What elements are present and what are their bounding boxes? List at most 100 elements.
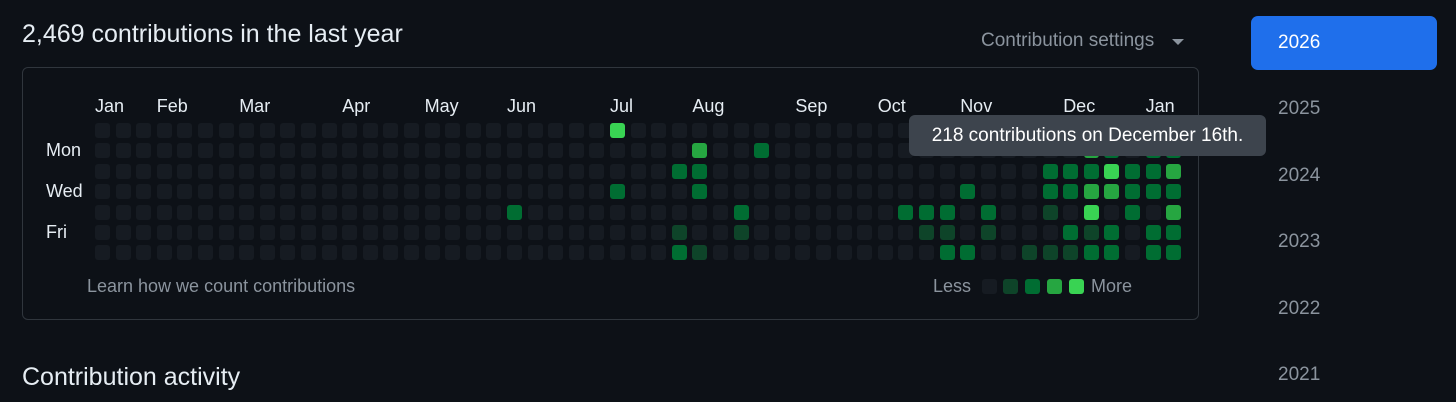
contribution-day-cell[interactable] — [507, 123, 522, 138]
contribution-day-cell[interactable] — [836, 163, 852, 179]
contribution-day-cell[interactable] — [568, 163, 584, 179]
contribution-day-cell[interactable] — [198, 245, 213, 261]
contribution-day-cell[interactable] — [1083, 225, 1099, 240]
contribution-day-cell[interactable] — [960, 245, 976, 261]
contribution-day-cell[interactable] — [816, 245, 831, 261]
contribution-day-cell[interactable] — [692, 204, 708, 220]
contribution-day-cell[interactable] — [939, 184, 955, 200]
contribution-day-cell[interactable] — [177, 163, 193, 179]
contribution-day-cell[interactable] — [610, 143, 625, 159]
contribution-day-cell[interactable] — [280, 163, 296, 179]
contribution-day-cell[interactable] — [1083, 184, 1099, 200]
contribution-day-cell[interactable] — [321, 143, 337, 159]
contribution-day-cell[interactable] — [280, 245, 296, 261]
contribution-day-cell[interactable] — [362, 184, 378, 200]
contribution-day-cell[interactable] — [795, 245, 811, 261]
contribution-day-cell[interactable] — [692, 123, 708, 138]
contribution-day-cell[interactable] — [960, 184, 976, 200]
contribution-day-cell[interactable] — [486, 163, 502, 179]
contribution-day-cell[interactable] — [507, 204, 522, 220]
contribution-day-cell[interactable] — [486, 184, 502, 200]
contribution-day-cell[interactable] — [218, 204, 234, 220]
contribution-day-cell[interactable] — [280, 225, 296, 240]
contribution-day-cell[interactable] — [671, 245, 687, 261]
contribution-day-cell[interactable] — [115, 225, 131, 240]
contribution-day-cell[interactable] — [424, 245, 440, 261]
contribution-day-cell[interactable] — [589, 163, 605, 179]
contribution-day-cell[interactable] — [136, 184, 152, 200]
contribution-day-cell[interactable] — [774, 123, 790, 138]
contribution-day-cell[interactable] — [1063, 225, 1079, 240]
contribution-day-cell[interactable] — [177, 184, 193, 200]
contribution-day-cell[interactable] — [774, 163, 790, 179]
contribution-day-cell[interactable] — [465, 143, 481, 159]
contribution-day-cell[interactable] — [1125, 204, 1140, 220]
contribution-day-cell[interactable] — [589, 184, 605, 200]
contribution-day-cell[interactable] — [795, 163, 811, 179]
contribution-day-cell[interactable] — [774, 245, 790, 261]
contribution-day-cell[interactable] — [321, 163, 337, 179]
contribution-day-cell[interactable] — [980, 163, 996, 179]
contribution-day-cell[interactable] — [589, 204, 605, 220]
learn-how-we-count-link[interactable]: Learn how we count contributions — [87, 276, 355, 297]
contribution-day-cell[interactable] — [404, 245, 419, 261]
contribution-day-cell[interactable] — [836, 225, 852, 240]
contribution-day-cell[interactable] — [713, 123, 728, 138]
contribution-day-cell[interactable] — [383, 225, 399, 240]
contribution-day-cell[interactable] — [980, 204, 996, 220]
contribution-day-cell[interactable] — [651, 123, 667, 138]
contribution-day-cell[interactable] — [568, 225, 584, 240]
contribution-day-cell[interactable] — [445, 245, 461, 261]
contribution-day-cell[interactable] — [404, 204, 419, 220]
contribution-day-cell[interactable] — [239, 204, 255, 220]
contribution-day-cell[interactable] — [939, 225, 955, 240]
contribution-day-cell[interactable] — [445, 184, 461, 200]
contribution-day-cell[interactable] — [115, 184, 131, 200]
contribution-day-cell[interactable] — [527, 163, 543, 179]
contribution-day-cell[interactable] — [136, 245, 152, 261]
contribution-day-cell[interactable] — [898, 163, 914, 179]
contribution-day-cell[interactable] — [259, 143, 275, 159]
contribution-day-cell[interactable] — [218, 163, 234, 179]
contribution-day-cell[interactable] — [1022, 225, 1037, 240]
contribution-day-cell[interactable] — [980, 245, 996, 261]
contribution-day-cell[interactable] — [342, 163, 358, 179]
contribution-day-cell[interactable] — [836, 204, 852, 220]
contribution-day-cell[interactable] — [136, 123, 152, 138]
contribution-day-cell[interactable] — [218, 245, 234, 261]
contribution-day-cell[interactable] — [630, 204, 646, 220]
year-2025[interactable]: 2025 — [1251, 82, 1437, 136]
contribution-day-cell[interactable] — [610, 163, 625, 179]
contribution-day-cell[interactable] — [1104, 184, 1120, 200]
contribution-day-cell[interactable] — [362, 245, 378, 261]
contribution-day-cell[interactable] — [754, 245, 770, 261]
contribution-day-cell[interactable] — [507, 143, 522, 159]
contribution-day-cell[interactable] — [301, 163, 316, 179]
contribution-day-cell[interactable] — [239, 143, 255, 159]
contribution-day-cell[interactable] — [919, 184, 934, 200]
contribution-day-cell[interactable] — [733, 245, 749, 261]
contribution-day-cell[interactable] — [939, 204, 955, 220]
contribution-day-cell[interactable] — [671, 184, 687, 200]
contribution-day-cell[interactable] — [713, 163, 728, 179]
contribution-day-cell[interactable] — [692, 143, 708, 159]
contribution-day-cell[interactable] — [919, 204, 934, 220]
contribution-day-cell[interactable] — [960, 163, 976, 179]
contribution-day-cell[interactable] — [1145, 245, 1161, 261]
contribution-day-cell[interactable] — [259, 245, 275, 261]
contribution-day-cell[interactable] — [754, 225, 770, 240]
contribution-day-cell[interactable] — [115, 245, 131, 261]
contribution-day-cell[interactable] — [651, 225, 667, 240]
contribution-day-cell[interactable] — [362, 143, 378, 159]
contribution-day-cell[interactable] — [280, 123, 296, 138]
contribution-day-cell[interactable] — [1022, 184, 1037, 200]
contribution-day-cell[interactable] — [671, 225, 687, 240]
contribution-day-cell[interactable] — [1042, 245, 1058, 261]
contribution-day-cell[interactable] — [136, 204, 152, 220]
contribution-day-cell[interactable] — [1042, 225, 1058, 240]
contribution-day-cell[interactable] — [465, 184, 481, 200]
contribution-day-cell[interactable] — [465, 163, 481, 179]
contribution-day-cell[interactable] — [198, 225, 213, 240]
contribution-day-cell[interactable] — [156, 245, 172, 261]
contribution-day-cell[interactable] — [156, 123, 172, 138]
